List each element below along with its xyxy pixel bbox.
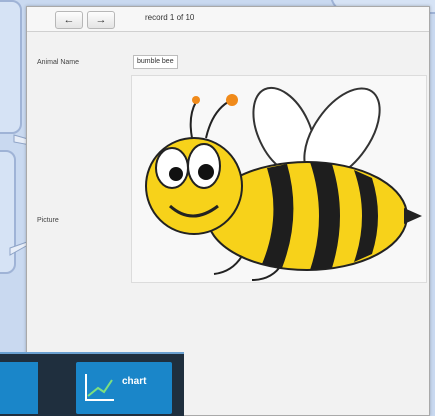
previous-record-button[interactable]: ← bbox=[55, 11, 83, 29]
picture-field[interactable] bbox=[131, 75, 427, 283]
arrow-left-icon: ← bbox=[63, 14, 75, 26]
picture-label: Picture bbox=[37, 217, 59, 224]
animal-name-label: Animal Name bbox=[37, 59, 80, 66]
taskbar: chart bbox=[0, 352, 184, 416]
record-counter: record 1 of 10 bbox=[145, 13, 195, 22]
next-record-button[interactable]: → bbox=[87, 11, 115, 29]
chart-button[interactable]: chart bbox=[76, 362, 172, 414]
taskbar-tile[interactable] bbox=[0, 362, 38, 414]
arrow-right-icon: → bbox=[95, 14, 107, 26]
animal-name-field[interactable]: bumble bee bbox=[133, 55, 178, 69]
record-toolbar: ← → record 1 of 10 bbox=[27, 7, 429, 32]
chart-label: chart bbox=[122, 376, 147, 387]
line-chart-icon bbox=[85, 374, 114, 401]
bumble-bee-image bbox=[145, 86, 422, 281]
